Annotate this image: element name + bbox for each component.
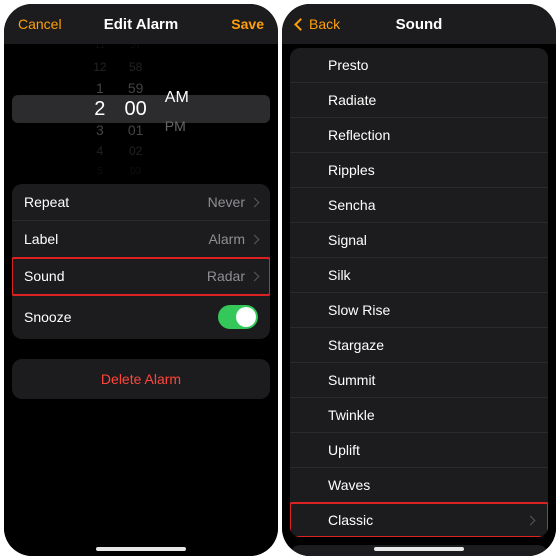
minute-wheel[interactable]: 57 58 59 00 01 02 03 [125, 44, 147, 181]
snooze-row: Snooze [12, 295, 270, 339]
sound-label: Sound [24, 268, 64, 284]
home-indicator[interactable] [374, 547, 464, 551]
classic-row[interactable]: Classic [290, 503, 548, 537]
navbar: Cancel Edit Alarm Save [4, 4, 278, 44]
sound-option[interactable]: Summit [290, 363, 548, 398]
repeat-row[interactable]: Repeat Never [12, 184, 270, 221]
sound-option[interactable]: Ripples [290, 153, 548, 188]
cancel-button[interactable]: Cancel [18, 16, 78, 32]
sound-option[interactable]: Slow Rise [290, 293, 548, 328]
sound-option[interactable]: Sencha [290, 188, 548, 223]
chevron-right-icon [526, 515, 536, 525]
home-indicator[interactable] [96, 547, 186, 551]
sound-option[interactable]: Stargaze [290, 328, 548, 363]
chevron-left-icon [294, 18, 307, 31]
sound-option[interactable]: Presto [290, 48, 548, 83]
sound-option[interactable]: Twinkle [290, 398, 548, 433]
snooze-label: Snooze [24, 309, 71, 325]
label-row[interactable]: Label Alarm [12, 221, 270, 258]
sound-screen: Back Sound Presto Radiate Reflection Rip… [282, 4, 556, 556]
nav-title: Sound [396, 16, 443, 33]
save-button[interactable]: Save [204, 16, 264, 32]
sound-list[interactable]: Presto Radiate Reflection Ripples Sencha… [282, 44, 556, 556]
chevron-right-icon [250, 234, 260, 244]
label-label: Label [24, 231, 58, 247]
sound-option[interactable]: Silk [290, 258, 548, 293]
repeat-label: Repeat [24, 194, 69, 210]
chevron-right-icon [250, 271, 260, 281]
time-picker[interactable]: 11 12 1 2 3 4 5 57 58 59 00 01 02 03 AM … [4, 44, 278, 174]
back-button[interactable]: Back [296, 16, 356, 32]
edit-alarm-screen: Cancel Edit Alarm Save 11 12 1 2 3 4 5 5… [4, 4, 278, 556]
snooze-toggle[interactable] [218, 305, 258, 329]
nav-title: Edit Alarm [104, 16, 178, 33]
sound-option[interactable]: Waves [290, 468, 548, 503]
sound-option[interactable]: Radiate [290, 83, 548, 118]
alarm-options-group: Repeat Never Label Alarm Sound Radar Sno… [12, 184, 270, 339]
sound-option[interactable]: Reflection [290, 118, 548, 153]
sound-option[interactable]: Uplift [290, 433, 548, 468]
delete-alarm-button[interactable]: Delete Alarm [12, 359, 270, 399]
navbar: Back Sound [282, 4, 556, 44]
hour-wheel[interactable]: 11 12 1 2 3 4 5 [93, 44, 106, 181]
chevron-right-icon [250, 197, 260, 207]
sound-option[interactable]: Signal [290, 223, 548, 258]
ampm-wheel[interactable]: AM PM [165, 84, 189, 134]
sound-row[interactable]: Sound Radar [12, 258, 270, 295]
